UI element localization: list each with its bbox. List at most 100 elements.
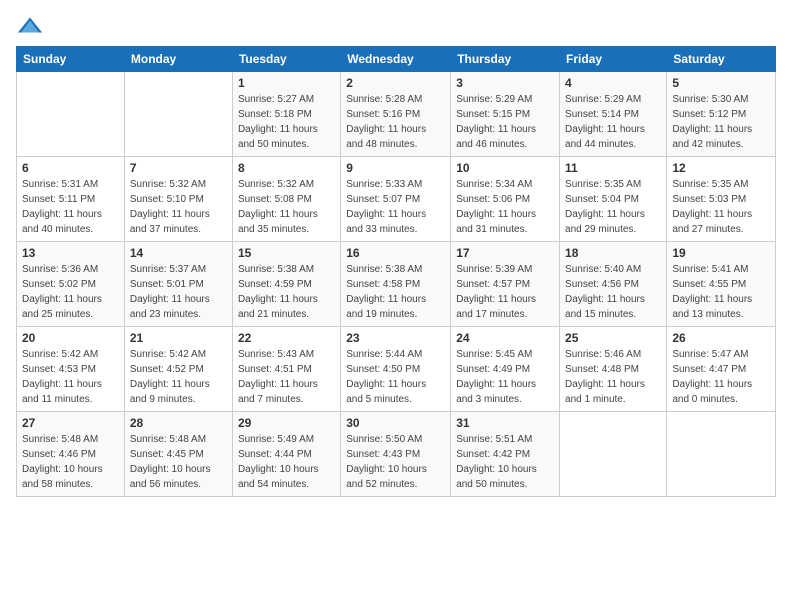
day-details: Sunrise: 5:48 AM Sunset: 4:46 PM Dayligh… — [22, 432, 119, 492]
day-details: Sunrise: 5:30 AM Sunset: 5:12 PM Dayligh… — [672, 92, 770, 152]
calendar-cell — [667, 412, 776, 497]
day-details: Sunrise: 5:32 AM Sunset: 5:10 PM Dayligh… — [130, 177, 227, 237]
day-details: Sunrise: 5:44 AM Sunset: 4:50 PM Dayligh… — [346, 347, 445, 407]
day-number: 21 — [130, 331, 227, 345]
day-number: 3 — [456, 76, 554, 90]
day-number: 28 — [130, 416, 227, 430]
calendar-cell: 4Sunrise: 5:29 AM Sunset: 5:14 PM Daylig… — [560, 72, 667, 157]
day-number: 14 — [130, 246, 227, 260]
day-number: 13 — [22, 246, 119, 260]
calendar-cell: 7 Sunrise: 5:32 AM Sunset: 5:10 PM Daylig… — [124, 157, 232, 242]
weekday-tuesday: Tuesday — [232, 47, 340, 72]
calendar-cell: 25 Sunrise: 5:46 AM Sunset: 4:48 PM Dayli… — [560, 327, 667, 412]
calendar-cell: 6 Sunrise: 5:31 AM Sunset: 5:11 PM Daylig… — [17, 157, 125, 242]
weekday-saturday: Saturday — [667, 47, 776, 72]
day-details: Sunrise: 5:43 AM Sunset: 4:51 PM Dayligh… — [238, 347, 335, 407]
day-number: 16 — [346, 246, 445, 260]
calendar-cell: 27 Sunrise: 5:48 AM Sunset: 4:46 PM Dayli… — [17, 412, 125, 497]
day-number: 17 — [456, 246, 554, 260]
calendar-cell: 5 Sunrise: 5:30 AM Sunset: 5:12 PM Daylig… — [667, 72, 776, 157]
day-details: Sunrise: 5:33 AM Sunset: 5:07 PM Dayligh… — [346, 177, 445, 237]
weekday-wednesday: Wednesday — [341, 47, 451, 72]
weekday-header-row: SundayMondayTuesdayWednesdayThursdayFrid… — [17, 47, 776, 72]
day-details: Sunrise: 5:36 AM Sunset: 5:02 PM Dayligh… — [22, 262, 119, 322]
day-number: 9 — [346, 161, 445, 175]
day-details: Sunrise: 5:35 AM Sunset: 5:04 PM Dayligh… — [565, 177, 661, 237]
day-details: Sunrise: 5:40 AM Sunset: 4:56 PM Dayligh… — [565, 262, 661, 322]
weekday-sunday: Sunday — [17, 47, 125, 72]
calendar-week-3: 13 Sunrise: 5:36 AM Sunset: 5:02 PM Dayli… — [17, 242, 776, 327]
day-number: 24 — [456, 331, 554, 345]
calendar-cell — [17, 72, 125, 157]
day-details: Sunrise: 5:42 AM Sunset: 4:53 PM Dayligh… — [22, 347, 119, 407]
calendar-cell: 31Sunrise: 5:51 AM Sunset: 4:42 PM Dayli… — [451, 412, 560, 497]
day-number: 20 — [22, 331, 119, 345]
calendar-cell: 18 Sunrise: 5:40 AM Sunset: 4:56 PM Dayli… — [560, 242, 667, 327]
day-number: 5 — [672, 76, 770, 90]
day-details: Sunrise: 5:31 AM Sunset: 5:11 PM Dayligh… — [22, 177, 119, 237]
day-details: Sunrise: 5:32 AM Sunset: 5:08 PM Dayligh… — [238, 177, 335, 237]
calendar-cell: 24 Sunrise: 5:45 AM Sunset: 4:49 PM Dayli… — [451, 327, 560, 412]
day-number: 1 — [238, 76, 335, 90]
calendar-week-2: 6 Sunrise: 5:31 AM Sunset: 5:11 PM Daylig… — [17, 157, 776, 242]
calendar-cell: 13 Sunrise: 5:36 AM Sunset: 5:02 PM Dayli… — [17, 242, 125, 327]
calendar-body: 1 Sunrise: 5:27 AM Sunset: 5:18 PM Daylig… — [17, 72, 776, 497]
day-details: Sunrise: 5:37 AM Sunset: 5:01 PM Dayligh… — [130, 262, 227, 322]
day-details: Sunrise: 5:39 AM Sunset: 4:57 PM Dayligh… — [456, 262, 554, 322]
day-details: Sunrise: 5:47 AM Sunset: 4:47 PM Dayligh… — [672, 347, 770, 407]
calendar-cell: 29 Sunrise: 5:49 AM Sunset: 4:44 PM Dayli… — [232, 412, 340, 497]
day-number: 18 — [565, 246, 661, 260]
day-number: 22 — [238, 331, 335, 345]
day-details: Sunrise: 5:46 AM Sunset: 4:48 PM Dayligh… — [565, 347, 661, 407]
day-number: 23 — [346, 331, 445, 345]
calendar-cell: 20 Sunrise: 5:42 AM Sunset: 4:53 PM Dayli… — [17, 327, 125, 412]
logo-icon — [16, 16, 44, 34]
day-number: 27 — [22, 416, 119, 430]
calendar-cell: 2 Sunrise: 5:28 AM Sunset: 5:16 PM Daylig… — [341, 72, 451, 157]
day-details: Sunrise: 5:41 AM Sunset: 4:55 PM Dayligh… — [672, 262, 770, 322]
day-number: 29 — [238, 416, 335, 430]
header — [16, 16, 776, 34]
calendar-cell: 15Sunrise: 5:38 AM Sunset: 4:59 PM Dayli… — [232, 242, 340, 327]
day-details: Sunrise: 5:28 AM Sunset: 5:16 PM Dayligh… — [346, 92, 445, 152]
calendar-week-5: 27 Sunrise: 5:48 AM Sunset: 4:46 PM Dayli… — [17, 412, 776, 497]
day-details: Sunrise: 5:35 AM Sunset: 5:03 PM Dayligh… — [672, 177, 770, 237]
calendar-cell: 23 Sunrise: 5:44 AM Sunset: 4:50 PM Dayli… — [341, 327, 451, 412]
logo — [16, 16, 46, 34]
weekday-monday: Monday — [124, 47, 232, 72]
day-details: Sunrise: 5:29 AM Sunset: 5:15 PM Dayligh… — [456, 92, 554, 152]
day-number: 7 — [130, 161, 227, 175]
calendar-cell: 3 Sunrise: 5:29 AM Sunset: 5:15 PM Daylig… — [451, 72, 560, 157]
calendar-cell: 12 Sunrise: 5:35 AM Sunset: 5:03 PM Dayli… — [667, 157, 776, 242]
calendar-cell: 10Sunrise: 5:34 AM Sunset: 5:06 PM Dayli… — [451, 157, 560, 242]
day-details: Sunrise: 5:45 AM Sunset: 4:49 PM Dayligh… — [456, 347, 554, 407]
calendar-cell: 19 Sunrise: 5:41 AM Sunset: 4:55 PM Dayli… — [667, 242, 776, 327]
day-number: 6 — [22, 161, 119, 175]
calendar-cell: 26 Sunrise: 5:47 AM Sunset: 4:47 PM Dayli… — [667, 327, 776, 412]
calendar-cell: 30Sunrise: 5:50 AM Sunset: 4:43 PM Dayli… — [341, 412, 451, 497]
day-number: 19 — [672, 246, 770, 260]
day-number: 11 — [565, 161, 661, 175]
day-details: Sunrise: 5:42 AM Sunset: 4:52 PM Dayligh… — [130, 347, 227, 407]
calendar-cell: 9 Sunrise: 5:33 AM Sunset: 5:07 PM Daylig… — [341, 157, 451, 242]
calendar-cell — [560, 412, 667, 497]
day-number: 31 — [456, 416, 554, 430]
day-number: 12 — [672, 161, 770, 175]
calendar-cell: 17 Sunrise: 5:39 AM Sunset: 4:57 PM Dayli… — [451, 242, 560, 327]
calendar-cell: 21 Sunrise: 5:42 AM Sunset: 4:52 PM Dayli… — [124, 327, 232, 412]
calendar-cell: 16Sunrise: 5:38 AM Sunset: 4:58 PM Dayli… — [341, 242, 451, 327]
calendar-cell: 14 Sunrise: 5:37 AM Sunset: 5:01 PM Dayli… — [124, 242, 232, 327]
calendar-week-4: 20 Sunrise: 5:42 AM Sunset: 4:53 PM Dayli… — [17, 327, 776, 412]
day-number: 2 — [346, 76, 445, 90]
day-details: Sunrise: 5:48 AM Sunset: 4:45 PM Dayligh… — [130, 432, 227, 492]
calendar-week-1: 1 Sunrise: 5:27 AM Sunset: 5:18 PM Daylig… — [17, 72, 776, 157]
day-number: 25 — [565, 331, 661, 345]
day-details: Sunrise: 5:27 AM Sunset: 5:18 PM Dayligh… — [238, 92, 335, 152]
calendar-cell: 11 Sunrise: 5:35 AM Sunset: 5:04 PM Dayli… — [560, 157, 667, 242]
calendar-cell: 22 Sunrise: 5:43 AM Sunset: 4:51 PM Dayli… — [232, 327, 340, 412]
day-details: Sunrise: 5:29 AM Sunset: 5:14 PM Dayligh… — [565, 92, 661, 152]
day-details: Sunrise: 5:49 AM Sunset: 4:44 PM Dayligh… — [238, 432, 335, 492]
day-number: 30 — [346, 416, 445, 430]
weekday-thursday: Thursday — [451, 47, 560, 72]
day-number: 26 — [672, 331, 770, 345]
